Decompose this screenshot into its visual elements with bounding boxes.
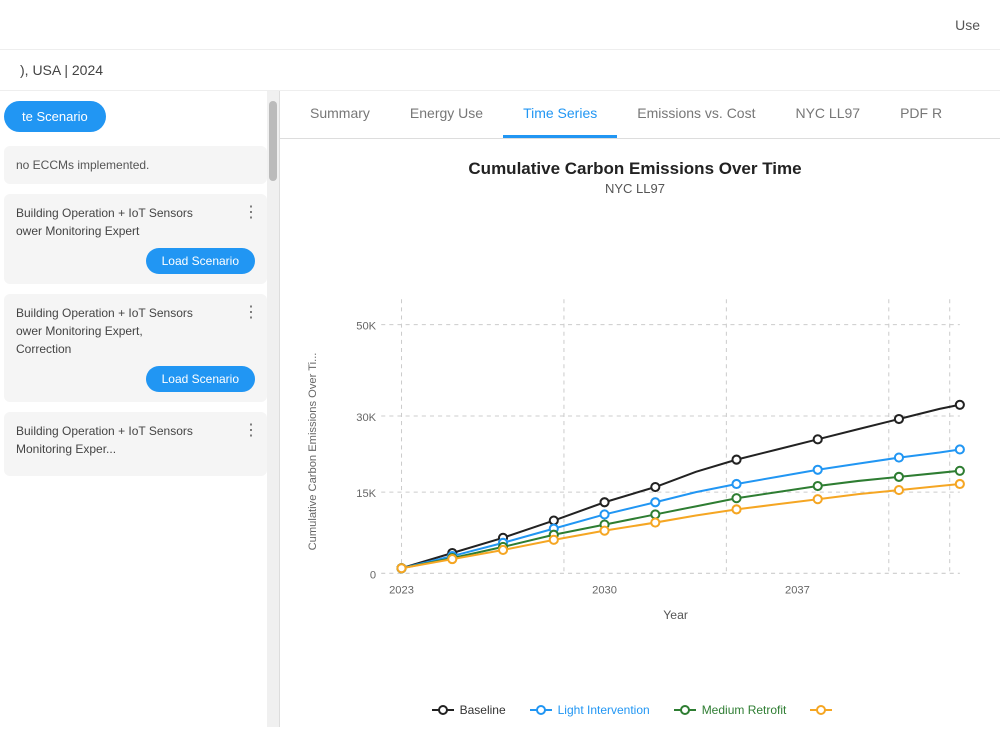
baseline-dot-7 bbox=[732, 456, 740, 464]
scenario-card-3-text: Building Operation + IoT SensorsMonitori… bbox=[16, 422, 255, 458]
tab-pdf[interactable]: PDF R bbox=[880, 91, 962, 138]
baseline-dot-9 bbox=[895, 415, 903, 423]
fourth-dot-9 bbox=[895, 486, 903, 494]
chart-svg: Cumulative Carbon Emissions Over Ti... 0 bbox=[300, 206, 970, 697]
scenario-card-2: ⋮ Building Operation + IoT Sensorsower M… bbox=[4, 294, 267, 402]
light-dot-10 bbox=[956, 445, 964, 453]
legend-fourth bbox=[810, 704, 838, 716]
baseline-dot-10 bbox=[956, 401, 964, 409]
light-dot-5 bbox=[600, 510, 608, 518]
load-scenario-button-2[interactable]: Load Scenario bbox=[146, 366, 255, 392]
fourth-dot-6 bbox=[651, 519, 659, 527]
light-dot-6 bbox=[651, 498, 659, 506]
baseline-dot-8 bbox=[814, 435, 822, 443]
x-tick-2030: 2030 bbox=[592, 585, 617, 597]
legend-light-intervention: Light Intervention bbox=[530, 703, 650, 717]
y-tick-0: 0 bbox=[370, 569, 376, 581]
fourth-dot-4 bbox=[550, 536, 558, 544]
light-dot-8 bbox=[814, 466, 822, 474]
create-scenario-button[interactable]: te Scenario bbox=[4, 101, 106, 132]
medium-dot-7 bbox=[732, 494, 740, 502]
y-tick-30k: 30K bbox=[356, 412, 376, 424]
page-header: ), USA | 2024 bbox=[0, 50, 1000, 91]
more-options-icon-3[interactable]: ⋮ bbox=[243, 420, 259, 440]
chart-title: Cumulative Carbon Emissions Over Time bbox=[468, 159, 801, 179]
baseline-dot-5 bbox=[600, 498, 608, 506]
user-menu-label: Use bbox=[955, 17, 980, 33]
scenario-card-1: ⋮ Building Operation + IoT Sensorsower M… bbox=[4, 194, 267, 284]
fourth-dot-8 bbox=[814, 495, 822, 503]
fourth-dot-10 bbox=[956, 480, 964, 488]
main-layout: te Scenario no ECCMs implemented. ⋮ Buil… bbox=[0, 91, 1000, 727]
chart-container: Cumulative Carbon Emissions Over Ti... 0 bbox=[300, 206, 970, 697]
scrollbar-thumb[interactable] bbox=[269, 101, 277, 181]
scenario-card-1-text: Building Operation + IoT Sensorsower Mon… bbox=[16, 204, 255, 240]
tab-summary[interactable]: Summary bbox=[290, 91, 390, 138]
left-panel: te Scenario no ECCMs implemented. ⋮ Buil… bbox=[0, 91, 280, 727]
baseline-dot-4 bbox=[550, 516, 558, 524]
legend-baseline-label: Baseline bbox=[460, 703, 506, 717]
scenario-card-2-text: Building Operation + IoT Sensorsower Mon… bbox=[16, 304, 255, 358]
fourth-dot-3 bbox=[499, 546, 507, 554]
chart-area: Cumulative Carbon Emissions Over Time NY… bbox=[280, 139, 1000, 727]
breadcrumb: ), USA | 2024 bbox=[20, 62, 103, 78]
more-options-icon-1[interactable]: ⋮ bbox=[243, 202, 259, 222]
top-bar: Use bbox=[0, 0, 1000, 50]
medium-dot-9 bbox=[895, 473, 903, 481]
tab-time-series[interactable]: Time Series bbox=[503, 91, 617, 138]
fourth-dot-5 bbox=[600, 527, 608, 535]
more-options-icon-2[interactable]: ⋮ bbox=[243, 302, 259, 322]
tab-emissions-cost[interactable]: Emissions vs. Cost bbox=[617, 91, 775, 138]
chart-subtitle: NYC LL97 bbox=[605, 181, 665, 196]
legend-light-label: Light Intervention bbox=[558, 703, 650, 717]
y-tick-15k: 15K bbox=[356, 488, 376, 500]
light-dot-7 bbox=[732, 480, 740, 488]
fourth-dot-1 bbox=[397, 564, 405, 572]
fourth-dot-7 bbox=[732, 505, 740, 513]
chart-legend: Baseline Light Intervention Medium Retro… bbox=[432, 703, 839, 717]
medium-dot-8 bbox=[814, 482, 822, 490]
baseline-line bbox=[402, 405, 960, 568]
medium-dot-10 bbox=[956, 467, 964, 475]
tab-nyc-ll97[interactable]: NYC LL97 bbox=[775, 91, 880, 138]
fourth-dot-2 bbox=[448, 555, 456, 563]
legend-baseline: Baseline bbox=[432, 703, 506, 717]
no-eccm-text: no ECCMs implemented. bbox=[16, 158, 149, 172]
legend-medium-retrofit: Medium Retrofit bbox=[674, 703, 787, 717]
no-eccm-card: no ECCMs implemented. bbox=[4, 146, 267, 184]
x-axis-label: Year bbox=[663, 608, 688, 622]
scrollbar[interactable] bbox=[267, 91, 279, 727]
x-tick-2037: 2037 bbox=[785, 585, 810, 597]
load-scenario-button-1[interactable]: Load Scenario bbox=[146, 248, 255, 274]
legend-medium-label: Medium Retrofit bbox=[702, 703, 787, 717]
y-axis-label: Cumulative Carbon Emissions Over Ti... bbox=[307, 353, 319, 551]
scenario-card-3: ⋮ Building Operation + IoT SensorsMonito… bbox=[4, 412, 267, 476]
y-tick-50k: 50K bbox=[356, 321, 376, 333]
tabs-bar: Summary Energy Use Time Series Emissions… bbox=[280, 91, 1000, 139]
baseline-dot-6 bbox=[651, 483, 659, 491]
x-tick-2023: 2023 bbox=[389, 585, 414, 597]
right-panel: Summary Energy Use Time Series Emissions… bbox=[280, 91, 1000, 727]
left-content: te Scenario no ECCMs implemented. ⋮ Buil… bbox=[0, 91, 279, 727]
medium-dot-6 bbox=[651, 510, 659, 518]
tab-energy-use[interactable]: Energy Use bbox=[390, 91, 503, 138]
light-dot-9 bbox=[895, 454, 903, 462]
